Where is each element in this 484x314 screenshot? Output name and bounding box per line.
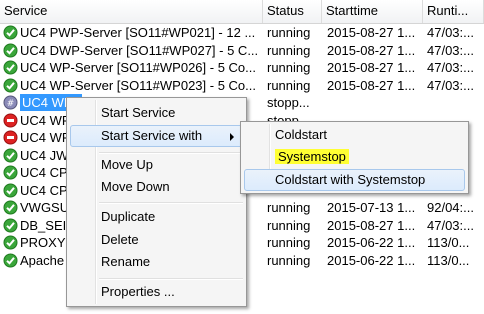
runtime-cell: 47/03:... [427, 77, 474, 93]
running-status-icon [3, 43, 18, 58]
menu-item-start-service-with[interactable]: Start Service with [70, 125, 243, 147]
submenu-arrow-icon [230, 133, 234, 141]
runtime-cell [427, 94, 484, 111]
menu-item-label: Start Service with [101, 128, 203, 143]
status-cell: running [267, 252, 311, 268]
table-row[interactable]: UC4 PWP-Server [SO11#WP021] - 12 ... runn… [0, 24, 484, 41]
menu-item-properties[interactable]: Properties ... [70, 281, 243, 303]
column-header-status[interactable]: Status [263, 0, 322, 23]
starttime-cell [327, 94, 423, 111]
menu-item-coldstart[interactable]: Coldstart [244, 124, 465, 146]
runtime-cell: 92/04:... [427, 200, 474, 215]
starttime-cell: 2015-06-22 1... [327, 252, 416, 268]
table-row[interactable]: UC4 DWP-Server [SO11#WP027] - 5 C... runn… [0, 42, 484, 59]
running-status-icon [3, 60, 18, 75]
service-name-cell: UC4 DWP-Server [SO11#WP027] - 5 C... [20, 42, 259, 58]
running-status-icon [3, 200, 18, 215]
start-service-with-submenu: Coldstart Systemstop Coldstart with Syst… [240, 121, 469, 194]
svg-text:#: # [7, 99, 15, 109]
service-name-cell: UC4 WP-Server [SO11#WP023] - 5 Co... [20, 77, 256, 93]
menu-separator [99, 278, 243, 280]
menu-item-coldstart-with-systemstop[interactable]: Coldstart with Systemstop [244, 169, 465, 191]
error-status-icon [3, 113, 18, 128]
column-header-bar: Service Status Starttime Runti... [0, 0, 484, 24]
running-status-icon [3, 253, 18, 268]
running-status-icon [3, 218, 18, 233]
status-cell: running [267, 42, 311, 58]
running-status-icon [3, 235, 18, 250]
runtime-cell: 113/0... [427, 235, 470, 250]
column-header-starttime[interactable]: Starttime [322, 0, 423, 23]
status-cell: running [267, 25, 311, 40]
context-menu: Start Service Start Service with Move Up… [66, 97, 247, 307]
running-status-icon [3, 78, 18, 93]
table-row[interactable]: UC4 WP-Server [SO11#WP023] - 5 Co... runn… [0, 77, 484, 94]
status-cell: running [267, 60, 311, 75]
runtime-cell: 47/03:... [427, 60, 474, 75]
error-status-icon [3, 130, 18, 145]
menu-separator [99, 202, 243, 204]
running-status-icon [3, 165, 18, 180]
menu-item-rename[interactable]: Rename [70, 251, 243, 273]
runtime-cell: 47/03:... [427, 42, 474, 58]
menu-item-start-service[interactable]: Start Service [70, 102, 243, 124]
menu-item-move-down[interactable]: Move Down [70, 176, 243, 198]
starttime-cell: 2015-08-27 1... [327, 42, 416, 58]
stopped-status-icon: # [3, 95, 18, 110]
starttime-cell: 2015-08-27 1... [327, 25, 416, 40]
starttime-cell: 2015-08-27 1... [327, 77, 416, 93]
starttime-cell: 2015-07-13 1... [327, 200, 416, 215]
status-cell: stopp... [267, 95, 310, 110]
service-name-cell: UC4 WP-Server [SO11#WP026] - 5 Co... [20, 60, 256, 75]
runtime-cell: 113/0... [427, 252, 470, 268]
starttime-cell: 2015-08-27 1... [327, 217, 416, 233]
status-cell: running [267, 200, 311, 215]
running-status-icon [3, 183, 18, 198]
service-name-cell: UC4 PWP-Server [SO11#WP021] - 12 ... [20, 25, 256, 40]
menu-item-delete[interactable]: Delete [70, 229, 243, 251]
runtime-cell: 47/03:... [427, 217, 474, 233]
column-header-service[interactable]: Service [0, 0, 263, 23]
status-cell: running [267, 217, 311, 233]
status-cell: running [267, 235, 311, 250]
menu-item-duplicate[interactable]: Duplicate [70, 206, 243, 228]
status-cell: running [267, 77, 311, 93]
menu-item-systemstop[interactable]: Systemstop [244, 146, 465, 168]
running-status-icon [3, 25, 18, 40]
menu-item-move-up[interactable]: Move Up [70, 154, 243, 176]
starttime-cell: 2015-06-22 1... [327, 235, 416, 250]
table-row[interactable]: UC4 WP-Server [SO11#WP026] - 5 Co... runn… [0, 59, 484, 76]
highlighted-label: Systemstop [275, 149, 349, 164]
running-status-icon [3, 148, 18, 163]
starttime-cell: 2015-08-27 1... [327, 60, 416, 75]
column-header-runtime[interactable]: Runti... [423, 0, 484, 23]
runtime-cell: 47/03:... [427, 25, 474, 40]
